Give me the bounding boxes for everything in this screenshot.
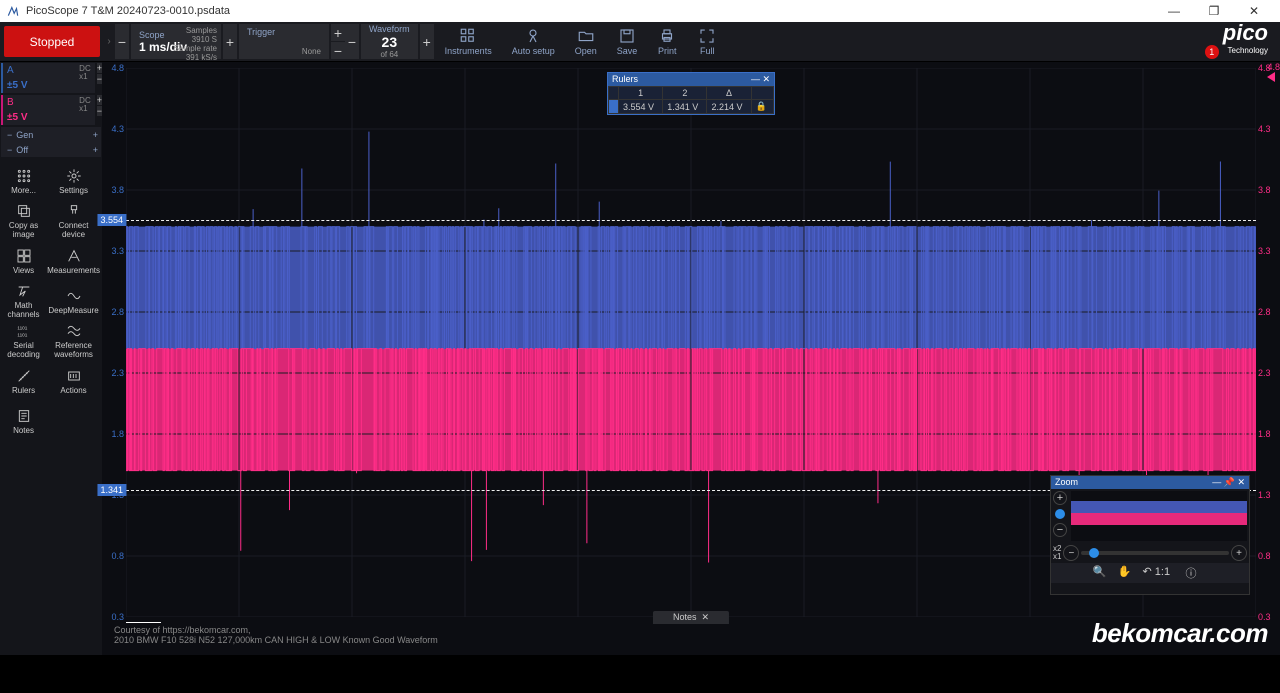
window-minimize-button[interactable]: — — [1154, 0, 1194, 22]
samples-label: Samples — [174, 26, 217, 35]
titlebar: PicoScope 7 T&M 20240723-0010.psdata — ❐… — [0, 0, 1280, 22]
trigger-panel[interactable]: Trigger None — [239, 24, 329, 59]
channel-b-panel[interactable]: B ±5 V DCx1 — [1, 95, 95, 125]
open-button[interactable]: Open — [565, 24, 607, 59]
waveform-next-button[interactable]: + — [420, 24, 434, 59]
gen-row[interactable]: − Gen+ — [1, 127, 101, 142]
zoom-x-slider[interactable] — [1081, 551, 1229, 555]
window-close-button[interactable]: ✕ — [1234, 0, 1274, 22]
instruments-button[interactable]: Instruments — [435, 24, 502, 59]
channel-a-panel[interactable]: A ±5 V DCx1 — [1, 63, 95, 93]
app-icon — [6, 4, 20, 18]
notes-tab[interactable]: Notes ✕ — [653, 611, 729, 624]
tool-connect-device[interactable]: Connect device — [47, 202, 100, 240]
lock-icon[interactable]: 🔒 — [751, 100, 773, 114]
zoom-min-icon[interactable]: — — [1212, 477, 1221, 488]
trigger-label: Trigger — [247, 27, 321, 37]
window-title: PicoScope 7 T&M 20240723-0010.psdata — [26, 5, 1154, 17]
off-row[interactable]: − Off+ — [1, 142, 101, 157]
zoom-x-plus[interactable]: + — [1231, 545, 1247, 561]
trigger-down-button[interactable]: − — [331, 42, 345, 59]
zoom-y-dot[interactable] — [1055, 509, 1065, 519]
zoom-undo-button[interactable]: ↶ 1:1 — [1143, 565, 1183, 581]
zoom-out-button[interactable]: − — [1053, 523, 1067, 537]
auto-setup-button[interactable]: Auto setup — [502, 24, 565, 59]
ruler-tag-1[interactable]: 3.554 — [97, 214, 126, 226]
tool-actions[interactable]: Actions — [47, 362, 100, 400]
notification-badge[interactable]: 1 — [1205, 45, 1219, 59]
scope-increment-button[interactable]: + — [223, 24, 237, 59]
tool-notes[interactable]: Notes — [2, 402, 45, 440]
waveform-label: Waveform — [369, 24, 410, 34]
scope-panel[interactable]: Scope 1 ms/div Samples 3910 S Sample rat… — [131, 24, 221, 59]
trigger-value: None — [247, 47, 321, 56]
waveform-sub: of 64 — [369, 50, 410, 59]
tool-serial-decoding[interactable]: 11011101Serial decoding — [2, 322, 45, 360]
zoom-info-button[interactable]: ⓘ — [1186, 565, 1208, 581]
svg-text:1101: 1101 — [17, 326, 27, 331]
zoom-in-button[interactable]: + — [1053, 491, 1067, 505]
rate-value: 391 kS/s — [174, 53, 217, 62]
rulers-close-icon[interactable]: ✕ — [762, 74, 770, 85]
chevron-right-icon[interactable]: › — [104, 22, 114, 61]
waveform-panel[interactable]: Waveform 23 of 64 — [361, 24, 418, 59]
tool-reference-waveforms[interactable]: Reference waveforms — [47, 322, 100, 360]
samples-value: 3910 S — [174, 35, 217, 44]
zoom-panel[interactable]: Zoom— 📌 ✕ + − x2x1 − + 🔍 ✋ ↶ 1:1 ⓘ — [1050, 475, 1250, 595]
tool-views[interactable]: Views — [2, 242, 45, 280]
tool-rulers[interactable]: Rulers — [2, 362, 45, 400]
sidebar: A ±5 V DCx1 +− B ±5 V DCx1 +− − Gen+ − O… — [0, 62, 102, 655]
zoom-tool-magnify[interactable]: 🔍 — [1093, 565, 1115, 581]
rulers-min-icon[interactable]: — — [751, 74, 760, 85]
waveform-value: 23 — [369, 34, 410, 50]
tool-copy-as-image[interactable]: Copy as image — [2, 202, 45, 240]
zoom-x-minus[interactable]: − — [1063, 545, 1079, 561]
tool-deepmeasure[interactable]: DeepMeasure — [47, 282, 100, 320]
trigger-up-button[interactable]: + — [331, 24, 345, 41]
tool-measurements[interactable]: Measurements — [47, 242, 100, 280]
tool-more[interactable]: More... — [2, 162, 45, 200]
tool-settings[interactable]: Settings — [47, 162, 100, 200]
graph-area[interactable]: 4.8 0.30.81.31.82.32.83.33.84.34.8 0.30.… — [102, 62, 1280, 655]
ruler-tag-2[interactable]: 1.341 — [97, 484, 126, 496]
full-button[interactable]: Full — [687, 24, 727, 59]
print-button[interactable]: Print — [647, 24, 687, 59]
run-stop-button[interactable]: Stopped — [4, 26, 100, 57]
zoom-overview[interactable] — [1071, 491, 1247, 541]
zoom-pin-icon[interactable]: 📌 — [1224, 477, 1235, 488]
brand-logo: 1 picoTechnology — [1211, 22, 1280, 61]
window-maximize-button[interactable]: ❐ — [1194, 0, 1234, 22]
scope-decrement-button[interactable]: − — [115, 24, 129, 59]
top-toolbar: Stopped › − Scope 1 ms/div Samples 3910 … — [0, 22, 1280, 62]
svg-text:1101: 1101 — [17, 332, 27, 337]
rulers-panel[interactable]: Rulers— ✕ 12Δ 3.554 V1.341 V2.214 V🔒 — [607, 72, 775, 115]
rate-label: Sample rate — [174, 44, 217, 53]
zoom-tool-pan[interactable]: ✋ — [1118, 565, 1140, 581]
zoom-close-icon[interactable]: ✕ — [1237, 477, 1245, 488]
waveform-prev-button[interactable]: − — [345, 24, 359, 59]
watermark: bekomcar.com — [1092, 618, 1268, 649]
save-button[interactable]: Save — [607, 24, 648, 59]
tool-math-channels[interactable]: Math channels — [2, 282, 45, 320]
footer: Notes ✕ Courtesy of https://bekomcar.com… — [102, 623, 1280, 655]
